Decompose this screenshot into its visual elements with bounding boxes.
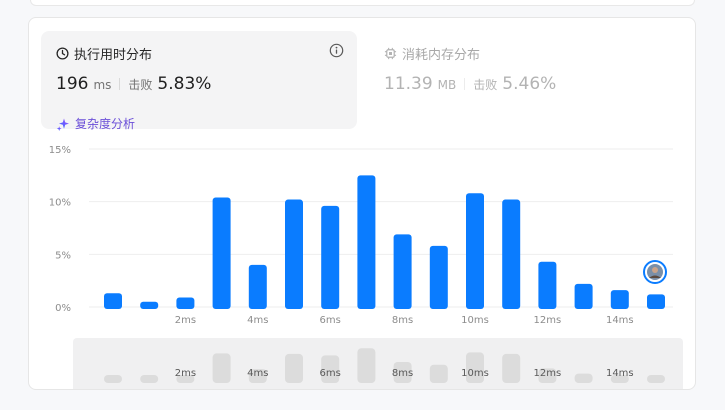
mini-x-tick-label: 14ms <box>606 368 634 379</box>
mini-x-tick-label: 4ms <box>247 368 268 379</box>
mini-x-tick-label: 8ms <box>392 368 413 379</box>
x-tick-label: 4ms <box>247 315 268 326</box>
chart-bar[interactable] <box>574 283 593 309</box>
mini-chart-bar <box>285 353 303 383</box>
chart-bar[interactable] <box>357 175 376 309</box>
y-tick-label: 5% <box>55 250 71 261</box>
runtime-distribution-chart[interactable]: 15% 10% 5% 0% 2ms 4ms 6ms 8ms 10ms 12ms 14ms <box>29 18 696 348</box>
chart-bar[interactable] <box>321 205 340 309</box>
mini-x-tick-label: 10ms <box>461 368 489 379</box>
chart-bar[interactable] <box>647 294 665 309</box>
chart-bar[interactable] <box>176 297 195 309</box>
x-tick-label: 6ms <box>320 315 341 326</box>
chart-bar[interactable] <box>466 193 484 309</box>
mini-chart-bar <box>212 353 231 383</box>
mini-x-tick-label: 12ms <box>534 368 562 379</box>
y-tick-label: 10% <box>49 198 71 209</box>
chart-bar[interactable] <box>140 301 159 309</box>
mini-chart-bar <box>104 375 122 383</box>
chart-bar[interactable] <box>285 199 303 309</box>
chart-bar[interactable] <box>212 197 231 309</box>
distribution-range-slider[interactable]: 2ms 4ms 6ms 8ms 10ms 12ms 14ms <box>73 338 683 389</box>
x-tick-label: 8ms <box>392 315 413 326</box>
mini-chart-bar <box>647 375 665 383</box>
mini-chart-bar <box>574 373 593 383</box>
x-tick-label: 14ms <box>606 315 634 326</box>
chart-bar[interactable] <box>538 261 557 309</box>
x-tick-label: 2ms <box>175 315 196 326</box>
chart-bar[interactable] <box>502 199 521 309</box>
chart-bar[interactable] <box>393 234 412 309</box>
y-tick-label: 15% <box>49 145 71 156</box>
mini-chart-bar <box>357 348 376 383</box>
mini-distribution-chart: 2ms 4ms 6ms 8ms 10ms 12ms 14ms <box>104 348 665 383</box>
x-tick-label: 10ms <box>461 315 489 326</box>
user-avatar-marker[interactable] <box>643 260 667 284</box>
mini-x-tick-label: 6ms <box>320 368 341 379</box>
chart-bar[interactable] <box>610 290 629 309</box>
mini-x-tick-label: 2ms <box>175 368 196 379</box>
submission-stats-card: 执行用时分布 196 ms 击败 5.83% 复杂度分析 消耗内存分布 11.3… <box>28 17 696 390</box>
x-tick-label: 12ms <box>534 315 562 326</box>
chart-bar[interactable] <box>104 293 122 309</box>
mini-chart-bar <box>429 364 448 383</box>
previous-card-edge <box>30 0 695 6</box>
mini-chart-bar <box>140 375 159 383</box>
chart-bar[interactable] <box>248 264 267 309</box>
y-tick-label: 0% <box>55 303 71 314</box>
chart-bar[interactable] <box>429 245 448 309</box>
mini-chart-bar <box>502 353 521 383</box>
